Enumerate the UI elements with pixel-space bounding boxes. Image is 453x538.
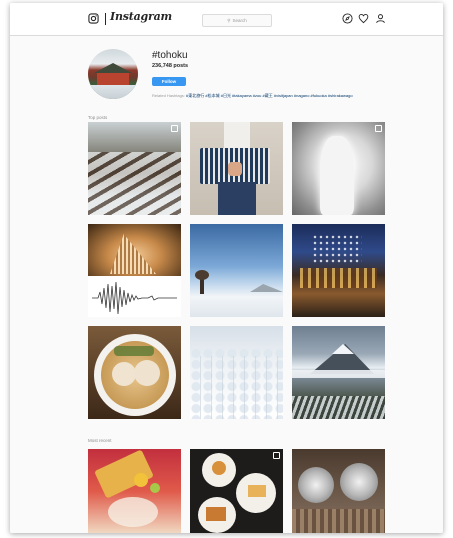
related-hashtags: Related Hashtags: #東北旅行 #松本城 #日光 #takaya… (152, 93, 353, 99)
post-thumbnail-woven-bag[interactable] (190, 122, 283, 215)
hashtag-title: #tohoku (152, 50, 188, 61)
top-posts-label: Top posts (88, 115, 108, 120)
post-thumbnail-frosted-trees[interactable] (190, 326, 283, 419)
post-thumbnail-snow-monster[interactable] (292, 122, 385, 215)
post-count: 236,748 posts (152, 63, 189, 69)
post-thumbnail-snowy-field[interactable] (190, 224, 283, 317)
post-thumbnail-mountain[interactable] (292, 326, 385, 419)
hashtag-avatar (88, 49, 138, 99)
post-thumbnail-sound-sculpture[interactable] (88, 224, 181, 317)
nav-divider (105, 13, 106, 25)
top-nav: Instagram ⚲ Search (10, 3, 443, 36)
multi-post-icon (375, 125, 382, 132)
post-thumbnail-cakes[interactable] (190, 449, 283, 533)
post-thumbnail-dessert-plate[interactable] (88, 449, 181, 533)
multi-post-icon (171, 125, 178, 132)
related-hashtags-label: Related Hashtags: (152, 93, 185, 98)
post-thumbnail-night-street[interactable] (292, 224, 385, 317)
post-thumbnail-ramen[interactable] (88, 326, 181, 419)
instagram-logo[interactable]: Instagram (110, 10, 172, 23)
post-thumbnail-machinery[interactable] (292, 449, 385, 533)
post-thumbnail-snowy-village[interactable] (88, 122, 181, 215)
follow-button[interactable]: Follow (152, 77, 186, 86)
search-placeholder: Search (232, 18, 247, 23)
most-recent-label: Most recent (88, 438, 112, 443)
search-icon: ⚲ (227, 18, 231, 23)
browser-window: Instagram ⚲ Search #tohoku 236,748 posts … (10, 3, 443, 533)
search-input[interactable]: ⚲ Search (202, 14, 272, 27)
related-hashtag-links[interactable]: #東北旅行 #松本城 #日光 #takayama #zou #蔵王 #visit… (186, 93, 353, 98)
user-icon[interactable] (375, 13, 386, 24)
heart-icon[interactable] (358, 13, 369, 24)
multi-post-icon (273, 452, 280, 459)
compass-icon[interactable] (342, 13, 353, 24)
camera-icon[interactable] (88, 13, 99, 24)
waveform-graphic (92, 281, 177, 315)
